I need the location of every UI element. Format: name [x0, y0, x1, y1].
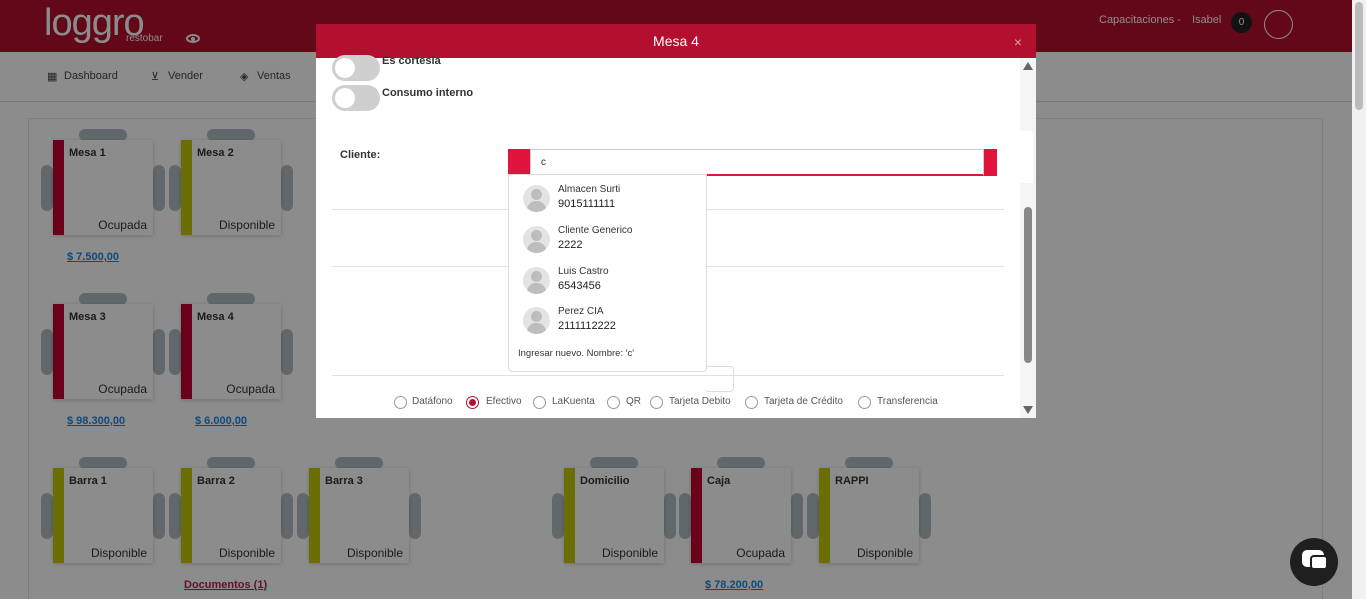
client-option[interactable]: Cliente Generico 2222 [523, 222, 703, 256]
client-select-left[interactable] [508, 149, 530, 176]
close-icon[interactable]: × [1014, 25, 1022, 59]
client-option[interactable]: Luis Castro 6543456 [523, 263, 703, 297]
scroll-down-icon[interactable] [1023, 406, 1033, 414]
cortesia-toggle[interactable] [332, 55, 380, 81]
chat-button[interactable] [1290, 538, 1338, 586]
radio-qr[interactable] [607, 396, 620, 409]
client-option-name: Luis Castro [558, 266, 609, 277]
page-scrollbar[interactable] [1352, 0, 1366, 599]
modal-scroll-thumb[interactable] [1024, 207, 1032, 363]
payment-label: Datáfono [412, 396, 453, 407]
payment-label: Tarjeta Debito [669, 396, 731, 407]
payment-label: Tarjeta de Crédito [764, 396, 843, 407]
user-avatar-icon [523, 185, 550, 212]
radio-lakuenta[interactable] [533, 396, 546, 409]
client-option-name: Cliente Generico [558, 225, 633, 236]
radio-transferencia[interactable] [858, 396, 871, 409]
consumo-interno-toggle[interactable] [332, 85, 380, 111]
client-option-phone: 6543456 [558, 280, 601, 292]
amount-input[interactable] [704, 366, 734, 392]
user-avatar-icon [523, 226, 550, 253]
cortesia-label: Es cortesía [382, 55, 441, 67]
modal-scrollbar[interactable] [1020, 58, 1036, 418]
client-option-name: Almacen Surti [558, 184, 621, 195]
page-scroll-thumb[interactable] [1355, 2, 1363, 110]
client-option[interactable]: Perez CIA 2111112222 [523, 303, 703, 337]
radio-tarjeta-debito[interactable] [650, 396, 663, 409]
radio-efectivo[interactable] [466, 396, 479, 409]
radio-datafono[interactable] [394, 396, 407, 409]
radio-tarjeta-credito[interactable] [745, 396, 758, 409]
client-option-phone: 2111112222 [558, 320, 616, 332]
client-label: Cliente: [340, 149, 381, 161]
payment-label: QR [626, 396, 641, 407]
chat-icon-back [1310, 555, 1328, 570]
client-dropdown: Almacen Surti 9015111111 Cliente Generic… [508, 174, 707, 372]
app-root: loggro restobar Capacitaciones - Isabel … [0, 0, 1366, 599]
client-option[interactable]: Almacen Surti 9015111111 [523, 181, 703, 215]
user-avatar-icon [523, 267, 550, 294]
client-option-name: Perez CIA [558, 306, 604, 317]
modal-header: Mesa 4 × [316, 24, 1036, 58]
consumo-interno-label: Consumo interno [382, 87, 474, 99]
payment-label: LaKuenta [552, 396, 595, 407]
user-avatar-icon [523, 307, 550, 334]
payment-label: Efectivo [486, 396, 522, 407]
client-option-phone: 9015111111 [558, 198, 616, 210]
client-search-input[interactable] [530, 149, 984, 176]
modal-title: Mesa 4 [653, 33, 699, 49]
client-option-phone: 2222 [558, 239, 583, 251]
client-select-right[interactable] [984, 149, 997, 176]
divider [332, 375, 1004, 376]
payment-label: Transferencia [877, 396, 938, 407]
new-client-option[interactable]: Ingresar nuevo. Nombre: 'c' [518, 348, 634, 359]
scroll-up-icon[interactable] [1023, 62, 1033, 70]
